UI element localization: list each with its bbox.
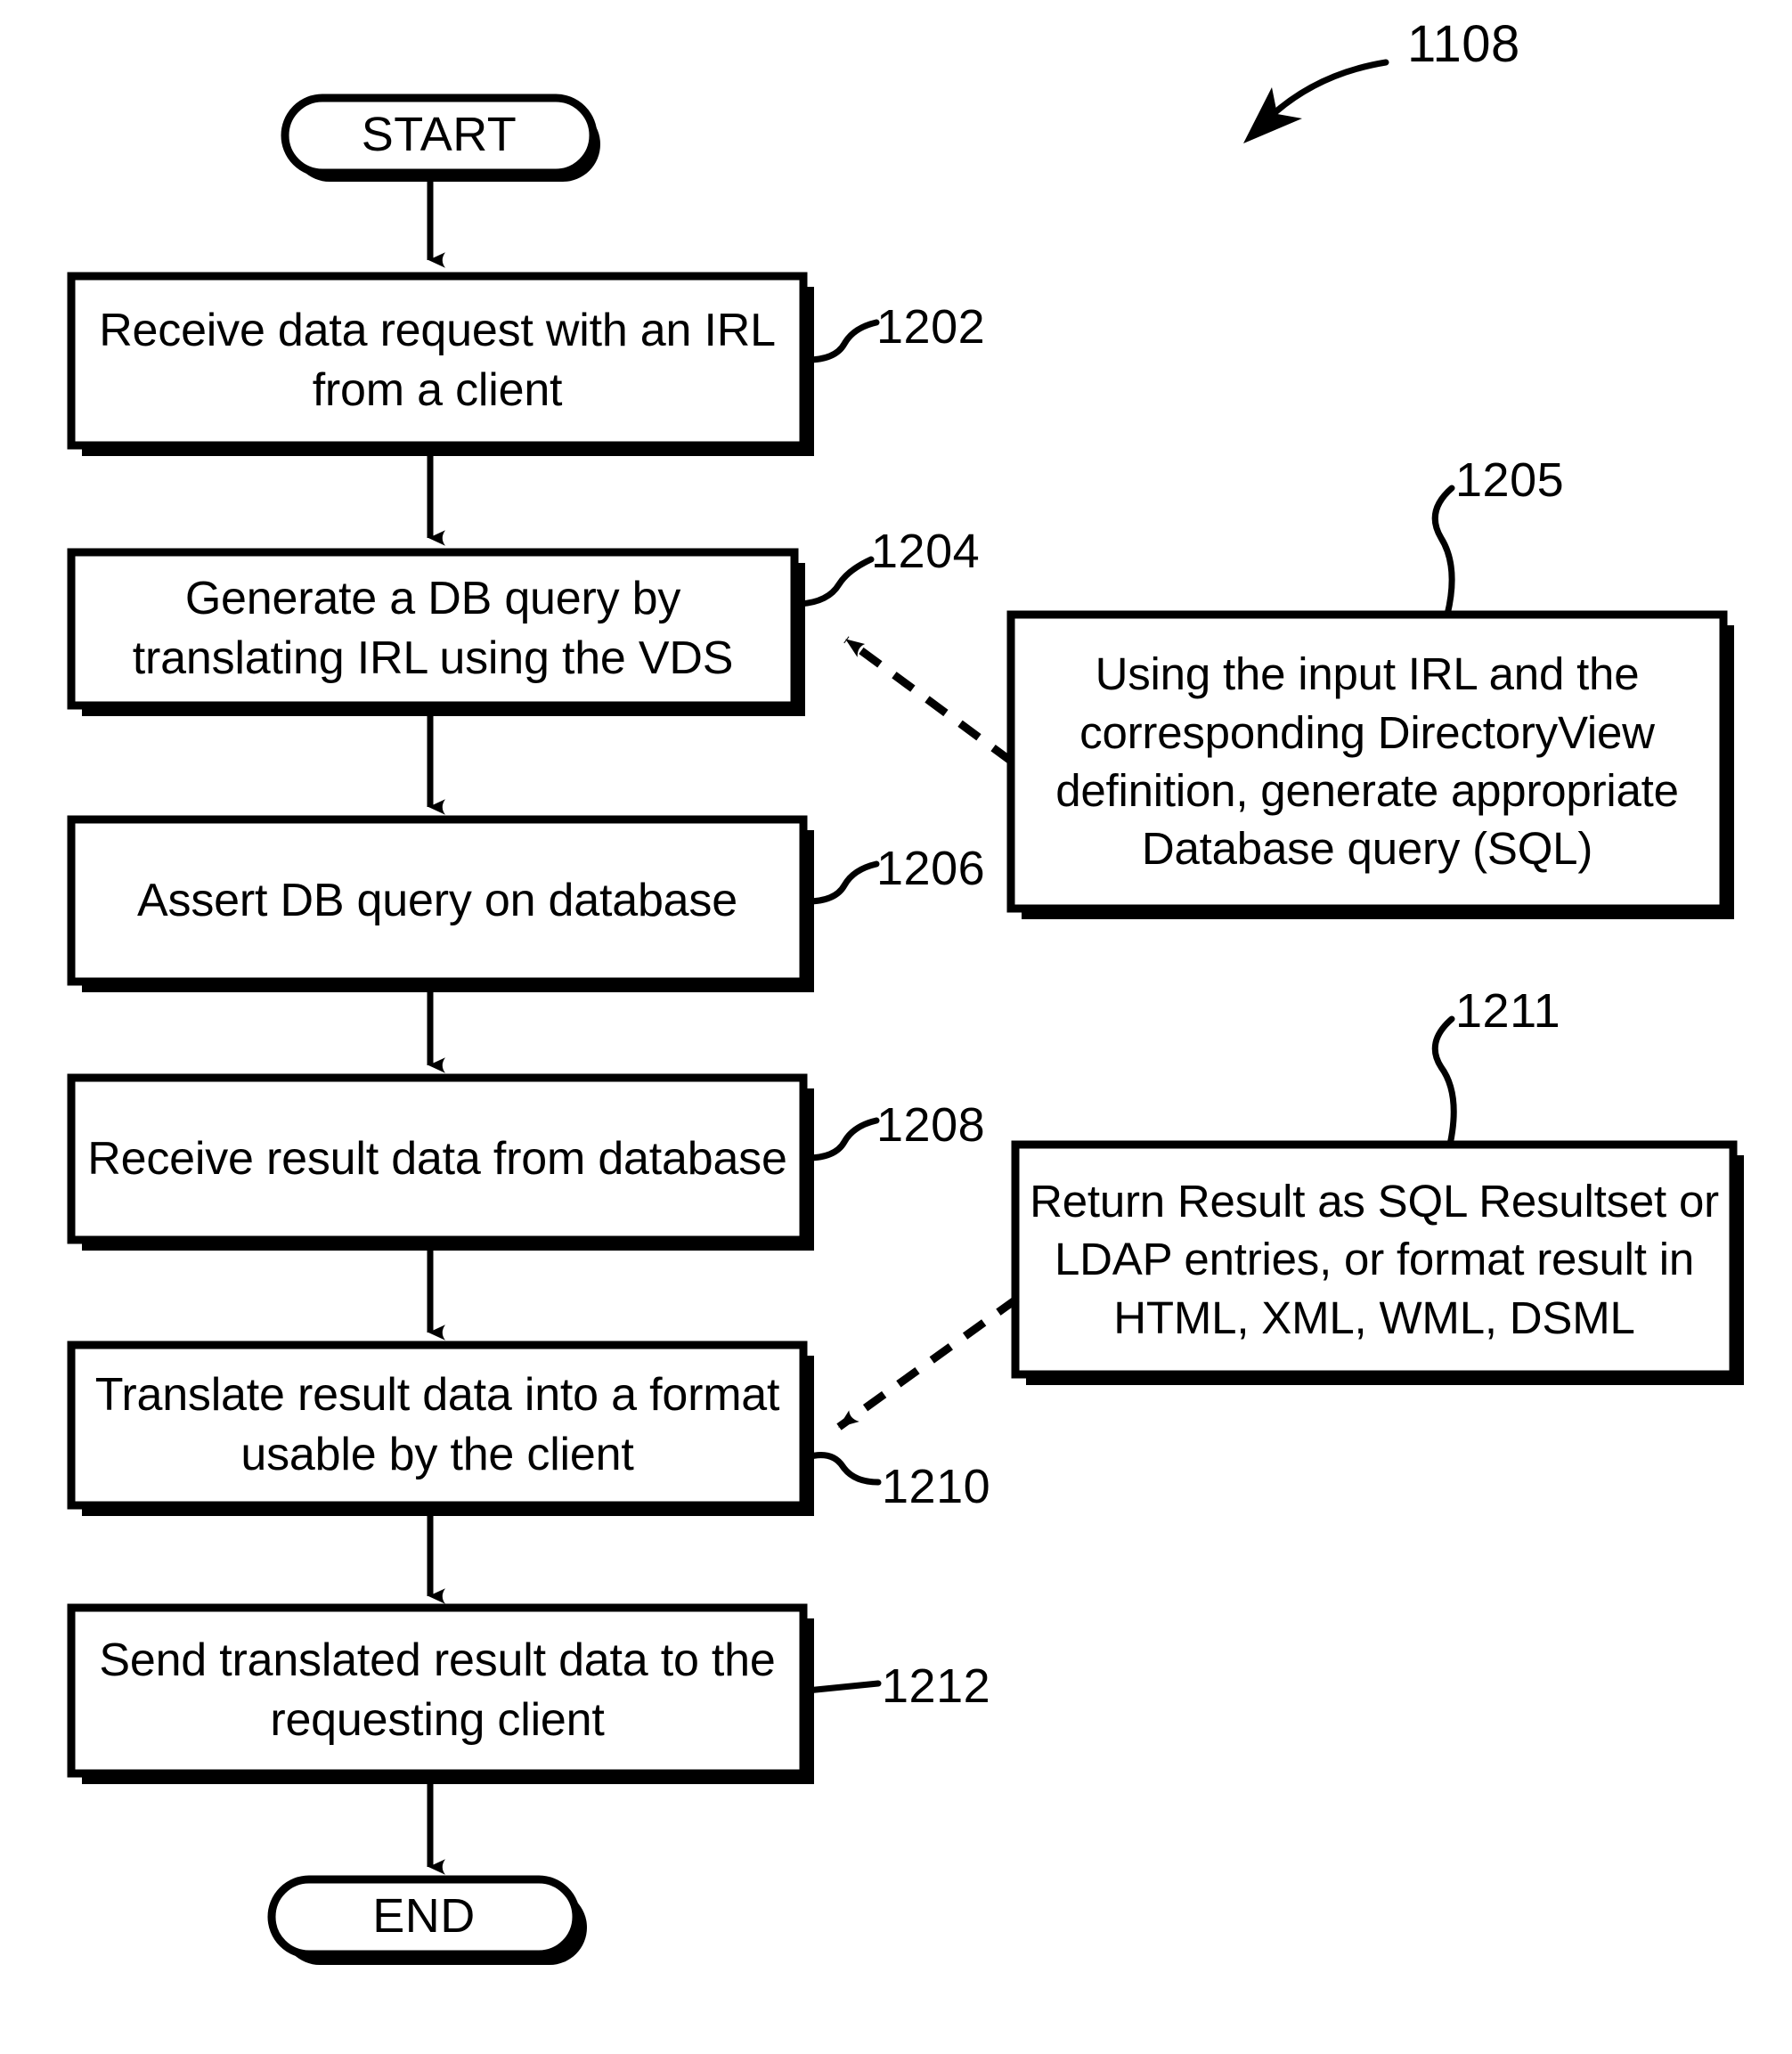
ref-number-1204: 1204 (871, 525, 981, 578)
step-box-1208-shape (67, 1073, 814, 1251)
step-box-1210-shape (67, 1341, 814, 1516)
leader-1202 (803, 319, 880, 363)
leader-1212 (803, 1680, 882, 1694)
leader-1211 (1431, 1015, 1457, 1148)
note-leader-1205 (843, 636, 1014, 765)
leader-1208 (803, 1117, 880, 1161)
start-terminal-shape (281, 94, 600, 182)
ref-number-1211: 1211 (1455, 984, 1561, 1038)
leader-1205 (1431, 485, 1455, 618)
leader-1210 (803, 1452, 882, 1486)
figure-canvas: 1108 START Receive data request with an … (0, 0, 1792, 2054)
ref-number-1212: 1212 (882, 1659, 991, 1713)
figure-leader-arrow (1243, 59, 1389, 143)
note-leader-1211 (836, 1295, 1020, 1430)
ref-number-1206: 1206 (876, 842, 986, 895)
ref-number-1210: 1210 (882, 1460, 991, 1513)
note-box-1205-shape (1006, 610, 1734, 919)
step-box-1202-shape (67, 272, 814, 456)
note-box-1211-shape (1011, 1140, 1744, 1385)
ref-number-1202: 1202 (876, 300, 986, 354)
ref-number-1205: 1205 (1455, 453, 1565, 507)
end-terminal-shape (267, 1875, 587, 1965)
leader-1206 (803, 860, 880, 905)
step-box-1204-shape (67, 548, 805, 716)
leader-1204 (796, 556, 875, 607)
figure-number-1108: 1108 (1407, 15, 1520, 73)
step-box-1206-shape (67, 815, 814, 992)
ref-number-1208: 1208 (876, 1098, 986, 1152)
step-box-1212-shape (67, 1603, 814, 1784)
